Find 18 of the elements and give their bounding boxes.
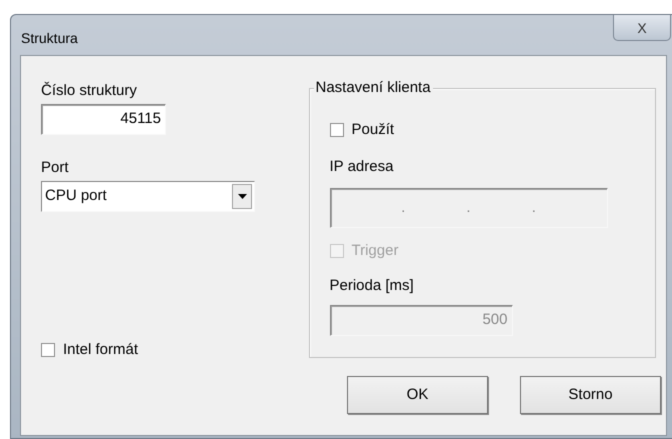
ip-separator: .: [532, 198, 536, 218]
checkbox-label: Trigger: [352, 241, 398, 261]
close-button[interactable]: X: [613, 15, 671, 41]
field-label: Číslo struktury: [41, 82, 138, 100]
dialog-button[interactable]: OK: [347, 376, 488, 414]
checkbox[interactable]: [330, 123, 344, 138]
field-label: Port: [41, 159, 70, 177]
field-label: Perioda [ms]: [330, 276, 415, 296]
structure-number-field[interactable]: 45115: [41, 104, 166, 135]
checkbox-label: Intel formát: [63, 340, 138, 360]
port-dropdown[interactable]: CPU port: [41, 181, 255, 212]
ip-separator: .: [401, 198, 406, 218]
ip-separator: .: [466, 198, 471, 218]
window-title: Struktura: [20, 28, 78, 48]
checkbox-label: Použít: [352, 120, 394, 140]
checkbox[interactable]: [41, 342, 55, 357]
field-label: IP adresa: [330, 156, 394, 176]
dialog-button[interactable]: Storno: [520, 376, 661, 414]
